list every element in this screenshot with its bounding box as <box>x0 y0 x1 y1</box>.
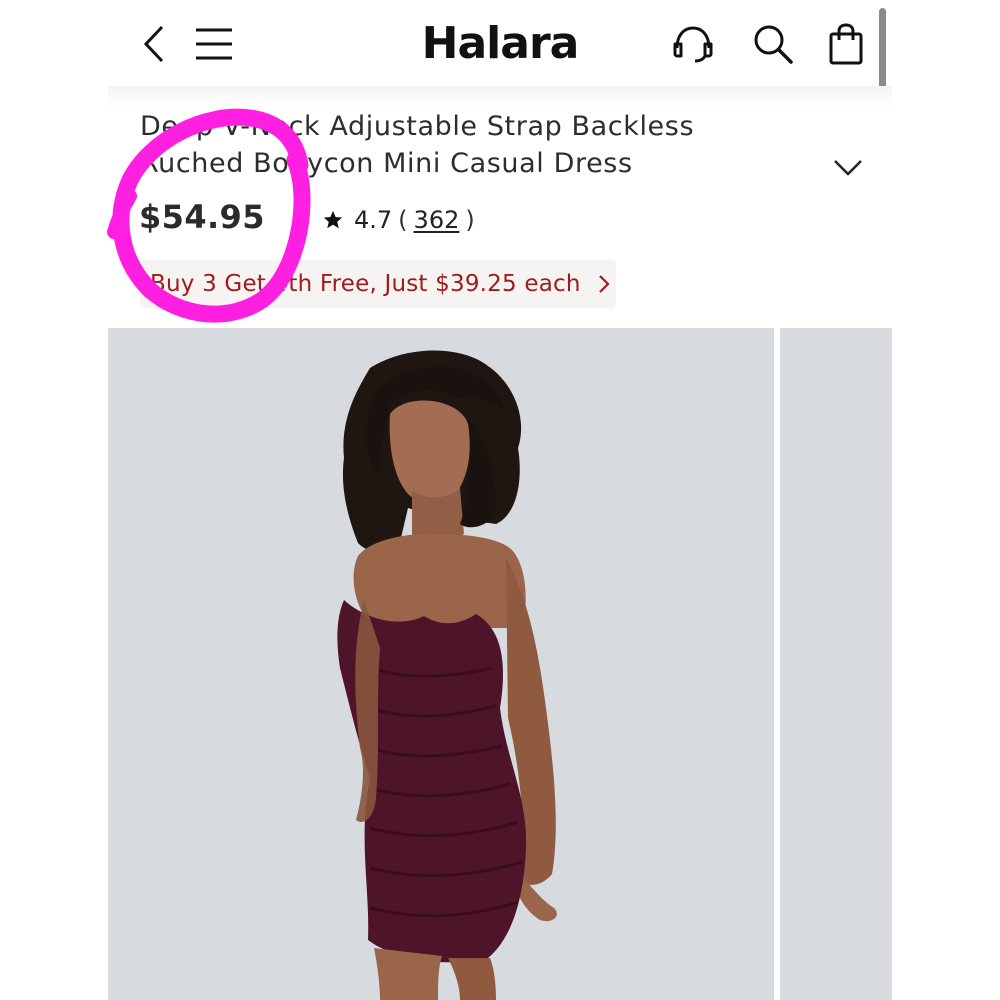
star-icon <box>323 210 343 229</box>
review-paren-open: ( <box>398 206 408 234</box>
menu-button[interactable] <box>192 24 236 64</box>
product-title-line-2: Ruched Bodycon Mini Casual Dress <box>140 148 633 179</box>
expand-title-button[interactable] <box>826 148 870 188</box>
search-button[interactable] <box>750 22 796 66</box>
product-title-line-1: Deep V-Neck Adjustable Strap Backless <box>140 111 695 142</box>
rating-value: 4.7 <box>354 206 393 234</box>
menu-icon <box>196 28 232 60</box>
product-image-main[interactable] <box>108 328 774 1000</box>
chevron-right-icon <box>598 275 610 293</box>
product-rating: 4.7 ( 362 ) <box>322 202 481 238</box>
shopping-bag-icon <box>829 23 863 65</box>
brand-logo[interactable]: Halara <box>400 14 600 74</box>
customer-support-icon <box>673 26 713 63</box>
back-arrow-icon <box>143 25 164 63</box>
product-image-next-preview[interactable] <box>780 328 892 1000</box>
search-icon <box>754 25 793 64</box>
chevron-down-icon <box>834 160 862 176</box>
back-button[interactable] <box>134 24 174 64</box>
shopping-bag-button[interactable] <box>824 20 868 68</box>
review-count-link[interactable]: 362 <box>414 206 460 234</box>
promo-banner[interactable]: Buy 3 Get 4th Free, Just $39.25 each <box>140 260 616 308</box>
top-navigation-bar: Halara <box>108 0 892 86</box>
product-title: Deep V-Neck Adjustable Strap Backless Ru… <box>140 108 780 182</box>
product-image-gallery[interactable] <box>108 328 892 1000</box>
product-price: $54.95 <box>139 198 265 236</box>
review-paren-close: ) <box>465 206 475 234</box>
promo-text: Buy 3 Get 4th Free, Just $39.25 each <box>150 271 581 297</box>
product-page: Halara Deep V-Neck Adjustable Strap Back… <box>0 0 1000 1000</box>
model-photo <box>337 350 557 1000</box>
customer-support-button[interactable] <box>670 22 716 66</box>
product-info-section: Deep V-Neck Adjustable Strap Backless Ru… <box>108 86 892 328</box>
